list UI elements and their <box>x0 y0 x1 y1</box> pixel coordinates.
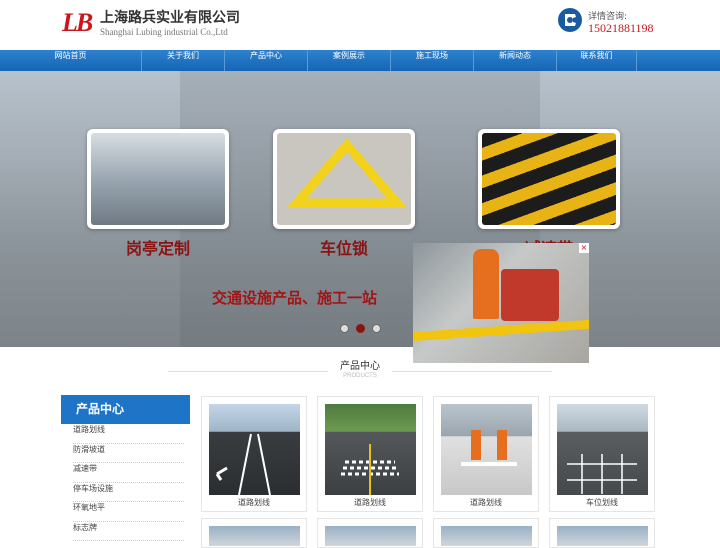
worker-figure <box>473 249 499 319</box>
product-image <box>209 526 300 546</box>
logo-text: LB <box>62 8 93 37</box>
banner-card-parking-lock[interactable] <box>273 129 415 229</box>
product-card[interactable]: 车位划线 <box>549 396 655 512</box>
company-name-en: Shanghai Lubing industrial Co.,Ltd <box>100 27 228 37</box>
product-label: 道路划线 <box>238 498 270 507</box>
product-image <box>441 526 532 546</box>
product-sidebar: 产品中心 道路划线 防滑坡道 减速带 停车场设施 环氧地平 标志牌 <box>61 395 190 541</box>
banner-card-speed-bump[interactable] <box>478 129 620 229</box>
section-title: 产品中心 <box>340 361 380 372</box>
sidebar-item-epoxy-floor[interactable]: 环氧地平 <box>73 502 184 522</box>
company-name: 上海路兵实业有限公司 <box>100 10 240 26</box>
yellow-road-line <box>413 319 589 342</box>
banner-slogan: 交通设施产品、施工一站 <box>212 289 378 307</box>
product-card[interactable]: 道路划线 <box>433 396 539 512</box>
sidebar-title: 产品中心 <box>61 395 190 424</box>
product-image <box>557 526 648 546</box>
product-card[interactable]: 道路划线 <box>201 396 307 512</box>
speed-bump-image <box>482 133 616 225</box>
sidebar-item-speed-bump[interactable]: 减速带 <box>73 463 184 483</box>
slider-dot[interactable] <box>340 324 349 333</box>
product-image <box>325 404 416 495</box>
nav-item-contact[interactable]: 联系我们 <box>557 50 637 71</box>
parking-lock-image <box>277 133 411 225</box>
product-card[interactable] <box>317 518 423 548</box>
nav-item-news[interactable]: 新闻动态 <box>474 50 557 71</box>
nav-item-products[interactable]: 产品中心 <box>225 50 308 71</box>
sidebar-item-parking-facilities[interactable]: 停车场设施 <box>73 483 184 502</box>
booth-image <box>91 133 225 225</box>
phone-icon <box>558 8 582 32</box>
product-label: 车位划线 <box>586 498 618 507</box>
product-image <box>557 404 648 495</box>
banner-card-booth[interactable] <box>87 129 229 229</box>
main-nav: 网站首页 关于我们 产品中心 案例展示 施工现场 新闻动态 联系我们 <box>0 50 720 71</box>
product-card[interactable]: 道路划线 <box>317 396 423 512</box>
sidebar-item-signboard[interactable]: 标志牌 <box>73 522 184 541</box>
sidebar-item-road-marking[interactable]: 道路划线 <box>73 424 184 444</box>
nav-item-home[interactable]: 网站首页 <box>0 50 142 71</box>
slider-dot[interactable] <box>372 324 381 333</box>
product-image <box>209 404 300 496</box>
product-label: 道路划线 <box>354 498 386 507</box>
product-image <box>325 526 416 546</box>
nav-item-construction[interactable]: 施工现场 <box>391 50 474 71</box>
site-header: LB 上海路兵实业有限公司 Shanghai Lubing industrial… <box>0 0 720 50</box>
line-marking-machine <box>501 269 559 321</box>
banner-caption-booth: 岗亭定制 <box>125 239 190 258</box>
banner-caption-parking-lock: 车位锁 <box>319 239 368 258</box>
product-label: 道路划线 <box>470 498 502 507</box>
product-card[interactable] <box>201 518 307 548</box>
product-image <box>441 404 532 495</box>
product-card[interactable] <box>433 518 539 548</box>
logo[interactable]: LB <box>62 6 96 40</box>
nav-item-about[interactable]: 关于我们 <box>142 50 225 71</box>
section-subtitle: PRODUCTS <box>343 373 377 379</box>
floating-ad-popup[interactable]: × <box>413 243 589 363</box>
hero-banner[interactable]: 岗亭定制 车位锁 减速带 交通设施产品、施工一站 <box>0 71 720 347</box>
product-card[interactable] <box>549 518 655 548</box>
close-icon[interactable]: × <box>579 243 589 253</box>
slider-dot-active[interactable] <box>356 324 365 333</box>
sidebar-item-antislip-ramp[interactable]: 防滑坡道 <box>73 444 184 463</box>
phone-number[interactable]: 15021881198 <box>588 21 654 36</box>
nav-item-cases[interactable]: 案例展示 <box>308 50 391 71</box>
